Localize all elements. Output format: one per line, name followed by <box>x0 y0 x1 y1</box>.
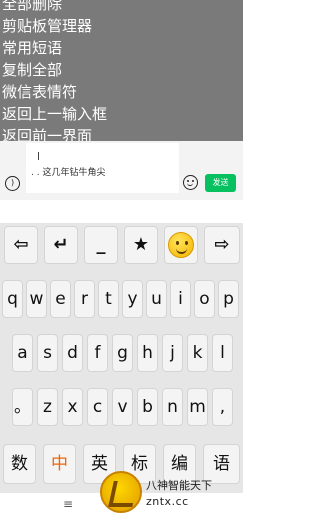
key-u[interactable]: u <box>146 280 167 318</box>
key-t[interactable]: t <box>98 280 119 318</box>
right-arrow-icon: ⇨ <box>214 234 230 255</box>
key-d[interactable]: d <box>62 334 83 372</box>
key-w[interactable]: w <box>26 280 47 318</box>
watermark-logo-icon <box>100 471 142 513</box>
key-emoji[interactable] <box>164 226 198 264</box>
key-backspace-arrow[interactable]: ⇦ <box>4 226 38 264</box>
smiley-emoji-icon <box>168 232 194 258</box>
key-p[interactable]: p <box>218 280 239 318</box>
emoji-icon[interactable] <box>183 175 198 190</box>
enter-icon: ↵ <box>53 234 69 255</box>
key-z[interactable]: z <box>37 388 58 426</box>
left-arrow-icon: ⇦ <box>13 234 29 255</box>
key-star[interactable]: ★ <box>124 226 158 264</box>
key-right-arrow[interactable]: ⇨ <box>204 226 240 264</box>
key-x[interactable]: x <box>62 388 83 426</box>
key-r[interactable]: r <box>74 280 95 318</box>
key-m[interactable]: m <box>187 388 208 426</box>
text-cursor <box>38 152 39 160</box>
keyboard-gap <box>0 200 243 223</box>
key-numbers[interactable]: 数 <box>3 444 36 484</box>
menu-icon[interactable]: ≡ <box>63 497 73 511</box>
key-o[interactable]: o <box>194 280 215 318</box>
key-i[interactable]: i <box>170 280 191 318</box>
popup-menu: 全部删除 剪贴板管理器 常用短语 复制全部 微信表情符 返回上一输入框 返回前一… <box>0 0 243 145</box>
key-c[interactable]: c <box>87 388 108 426</box>
key-underscore[interactable]: _ <box>84 226 118 264</box>
menu-item-clipboard-manager[interactable]: 剪贴板管理器 <box>0 15 243 37</box>
key-q[interactable]: q <box>2 280 23 318</box>
menu-item-delete-all[interactable]: 全部删除 <box>0 0 243 15</box>
key-f[interactable]: f <box>87 334 108 372</box>
key-s[interactable]: s <box>37 334 58 372</box>
key-n[interactable]: n <box>162 388 183 426</box>
key-j[interactable]: j <box>162 334 183 372</box>
key-e[interactable]: e <box>50 280 71 318</box>
key-period[interactable]: 。 <box>12 388 33 426</box>
key-h[interactable]: h <box>137 334 158 372</box>
key-chinese[interactable]: 中 <box>43 444 76 484</box>
menu-item-wechat-emoji[interactable]: 微信表情符 <box>0 81 243 103</box>
key-a[interactable]: a <box>12 334 33 372</box>
menu-item-back-prev-input[interactable]: 返回上一输入框 <box>0 103 243 125</box>
watermark: 八神智能天下 zntx.cc <box>100 471 243 516</box>
star-icon: ★ <box>132 234 150 255</box>
soft-keyboard: ⇦ ↵ _ ★ ⇨ q w e r t y u i o p a s d f g <box>0 223 243 493</box>
message-draft-text: . . 这几年钻牛角尖 <box>31 168 106 178</box>
key-enter[interactable]: ↵ <box>44 226 78 264</box>
watermark-url: zntx.cc <box>146 495 189 508</box>
watermark-text: 八神智能天下 <box>146 479 212 492</box>
key-comma[interactable]: , <box>212 388 233 426</box>
send-button[interactable]: 发送 <box>205 174 236 192</box>
key-g[interactable]: g <box>112 334 133 372</box>
menu-item-common-phrases[interactable]: 常用短语 <box>0 37 243 59</box>
voice-icon[interactable]: ) <box>5 176 20 191</box>
key-l[interactable]: l <box>212 334 233 372</box>
key-y[interactable]: y <box>122 280 143 318</box>
key-k[interactable]: k <box>187 334 208 372</box>
key-v[interactable]: v <box>112 388 133 426</box>
key-b[interactable]: b <box>137 388 158 426</box>
menu-item-copy-all[interactable]: 复制全部 <box>0 59 243 81</box>
